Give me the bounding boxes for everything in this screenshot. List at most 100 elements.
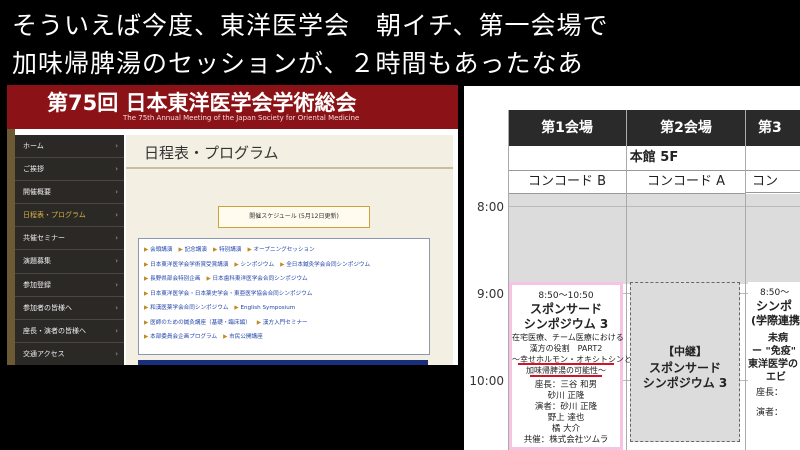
bullet-icon: ▶ <box>178 247 185 253</box>
program-link[interactable]: 日本東洋医学会・日本薬史学会・東亜医学協会合同シンポジウム <box>150 291 312 297</box>
sidebar-item[interactable]: 日程表・プログラム › <box>15 204 124 228</box>
session-desc: エビ <box>766 372 786 383</box>
bullet-icon: ▶ <box>206 276 213 282</box>
program-link[interactable]: 長野県部会特別企画 <box>150 276 200 282</box>
program-link[interactable]: 和漢医薬学会合同シンポジウム <box>150 305 228 311</box>
session-hall-3[interactable]: 8:50〜 シンポ (学際連携シ 未病 ー "免疫" 東洋医学の エビ 座長： … <box>748 282 800 450</box>
session-chair: 座長： <box>756 388 784 398</box>
sidebar-item-label: ホーム <box>23 142 44 150</box>
program-link-row: ▶ 本部委員会企画プログラム ▶ 市民公開講座 <box>144 332 269 340</box>
sidebar-item[interactable]: ホーム › <box>15 135 124 159</box>
empty-slot <box>746 194 800 284</box>
chevron-right-icon: › <box>115 280 118 289</box>
program-link-row: ▶ 医師のための鍼灸講座（基礎・臨床編） ▶ 漢方入門セミナー <box>144 318 314 326</box>
program-link[interactable]: 会頭講演 <box>150 247 172 253</box>
session-relay[interactable]: 【中継】 スポンサード シンポジウム 3 <box>630 282 740 442</box>
sidebar-item-label: 開催概要 <box>23 188 51 197</box>
session-desc: 漢方の役割 PART2 <box>529 344 603 353</box>
program-link-row: ▶ 長野県部会特別企画 ▶ 日本歯科東洋医学会合同シンポジウム <box>144 274 314 282</box>
sidebar-item[interactable]: 演題募集 › <box>15 250 124 274</box>
sidebar-item[interactable]: 交通アクセス › <box>15 343 124 365</box>
time-label: 10:00 <box>469 374 504 388</box>
sidebar-item-label: 共催セミナー <box>23 234 65 243</box>
room-label-1: コンコード B <box>508 171 627 194</box>
chevron-right-icon: › <box>115 165 118 174</box>
sidebar-item[interactable]: 開催概要 › <box>15 181 124 205</box>
chevron-right-icon: › <box>115 142 118 150</box>
session-sponsor: 共催：株式会社ツムラ <box>523 435 609 445</box>
hall-floor-label: 本館 5F <box>508 146 800 171</box>
sidebar-item-label: 座長・演者の皆様へ <box>23 326 86 335</box>
program-link-row: ▶ 会頭講演 ▶ 記念講演 ▶ 特別講演 ▶ オープニングセッション <box>144 245 321 253</box>
sidebar-item-label: 参加登録 <box>23 280 51 289</box>
caption-line-1: そういえば今度、東洋医学会 朝イチ、第一会場で <box>12 11 609 40</box>
session-desc: 在宅医療、チーム医療における <box>512 333 624 342</box>
section-bar <box>138 360 428 365</box>
session-title-line-2: (学際連携シ <box>751 314 800 327</box>
sidebar-item[interactable]: 参加者の皆様へ › <box>15 297 124 320</box>
program-link[interactable]: シンポジウム <box>241 262 275 268</box>
room-label-3: コン <box>746 171 800 193</box>
column-header-hall-3: 第3 <box>746 110 800 146</box>
program-link[interactable]: 医師のための鍼灸講座（基礎・臨床編） <box>150 320 251 326</box>
program-link[interactable]: 本部委員会企画プログラム <box>150 334 217 340</box>
hour-line <box>508 206 800 207</box>
grid-line <box>626 110 627 450</box>
sidebar-item[interactable]: 座長・演者の皆様へ › <box>15 320 124 343</box>
sidebar-item-label: 演題募集 <box>23 257 51 266</box>
grid-line <box>745 110 746 450</box>
schedule-button[interactable]: 開催スケジュール (5月12日更新) <box>218 206 370 228</box>
program-link-row: ▶ 日本東洋医学会・日本薬史学会・東亜医学協会合同シンポジウム <box>144 289 318 297</box>
chevron-right-icon: › <box>115 211 118 220</box>
sidebar-item-label: 日程表・プログラム <box>23 211 86 220</box>
program-links-box: ▶ 会頭講演 ▶ 記念講演 ▶ 特別講演 ▶ オープニングセッション ▶ 日本東洋医学会… <box>138 238 430 355</box>
bullet-icon: ▶ <box>234 261 241 268</box>
sidebar-item[interactable]: 参加登録 › <box>15 274 124 297</box>
sidebar-item[interactable]: ご挨拶 › <box>15 158 124 182</box>
session-title-line-2: シンポジウム 3 <box>523 317 609 331</box>
room-label-2: コンコード A <box>627 171 746 194</box>
banner-subtitle: The 75th Annual Meeting of the Japan Soc… <box>123 114 360 122</box>
time-label: 8:00 <box>477 200 504 214</box>
sidebar-nav: ホーム › ご挨拶 › 開催概要 › 日程表・プログラム › 共催セミナー › 演題募集 › 参加登録 ›… <box>15 135 124 365</box>
program-link[interactable]: English Symposium <box>241 305 296 311</box>
bullet-icon: ▶ <box>256 319 263 326</box>
main-content: 日程表・プログラム 開催スケジュール (5月12日更新) ▶ 会頭講演 ▶ 記念講… <box>126 135 453 365</box>
bullet-icon: ▶ <box>234 305 241 311</box>
chevron-right-icon: › <box>115 326 118 335</box>
session-sponsored-symposium-3[interactable]: 8:50〜10:50 スポンサード シンポジウム 3 在宅医療、チーム医療におけ… <box>509 282 632 450</box>
bullet-icon: ▶ <box>247 247 254 253</box>
chevron-right-icon: › <box>115 188 118 197</box>
column-header-hall-2: 第2会場 <box>627 110 745 146</box>
sidebar-item-label: 交通アクセス <box>23 349 65 358</box>
timetable: 第1会場 第2会場 第3 本館 5F コンコード B コンコード A コン 8:… <box>464 86 800 450</box>
relay-title-line-2: シンポジウム 3 <box>642 376 728 390</box>
time-label: 9:00 <box>477 287 504 301</box>
program-link[interactable]: 日本歯科東洋医学会合同シンポジウム <box>213 276 308 282</box>
program-link[interactable]: 日本東洋医学会学術賞受賞講演 <box>150 262 228 268</box>
program-link-row: ▶ 日本東洋医学会学術賞受賞講演 ▶ シンポジウム ▶ 全日本鍼灸学会合同シンポジウ… <box>144 260 376 268</box>
program-link-row: ▶ 和漢医薬学会合同シンポジウム ▶ English Symposium <box>144 303 301 311</box>
program-link[interactable]: 市民公開講座 <box>229 334 263 340</box>
relay-label: 【中継】 <box>663 345 707 358</box>
red-underline <box>518 363 614 365</box>
program-link[interactable]: 全日本鍼灸学会合同シンポジウム <box>286 262 370 268</box>
sidebar-item[interactable]: 共催セミナー › <box>15 227 124 251</box>
red-underline <box>530 375 602 377</box>
chevron-right-icon: › <box>115 234 118 243</box>
banner-title: 第75回 日本東洋医学会学術総会 <box>47 91 357 115</box>
program-link[interactable]: 記念講演 <box>185 247 207 253</box>
chevron-right-icon: › <box>115 257 118 266</box>
program-link[interactable]: オープニングセッション <box>254 247 315 253</box>
decorative-bar <box>7 129 15 365</box>
program-link[interactable]: 特別講演 <box>219 247 241 253</box>
chevron-right-icon: › <box>115 303 118 312</box>
caption-overlay: そういえば今度、東洋医学会 朝イチ、第一会場で 加味帰脾湯のセッションが、２時間… <box>0 0 800 84</box>
caption-line-2: 加味帰脾湯のセッションが、２時間もあったなあ <box>12 49 584 78</box>
page-header: 日程表・プログラム <box>126 135 453 169</box>
empty-slot <box>508 194 626 284</box>
conference-website: 第75回 日本東洋医学会学術総会 The 75th Annual Meeting… <box>7 85 458 365</box>
program-link[interactable]: 漢方入門セミナー <box>263 320 308 326</box>
sidebar-item-label: ご挨拶 <box>23 165 44 174</box>
sidebar-item-label: 参加者の皆様へ <box>23 303 72 312</box>
